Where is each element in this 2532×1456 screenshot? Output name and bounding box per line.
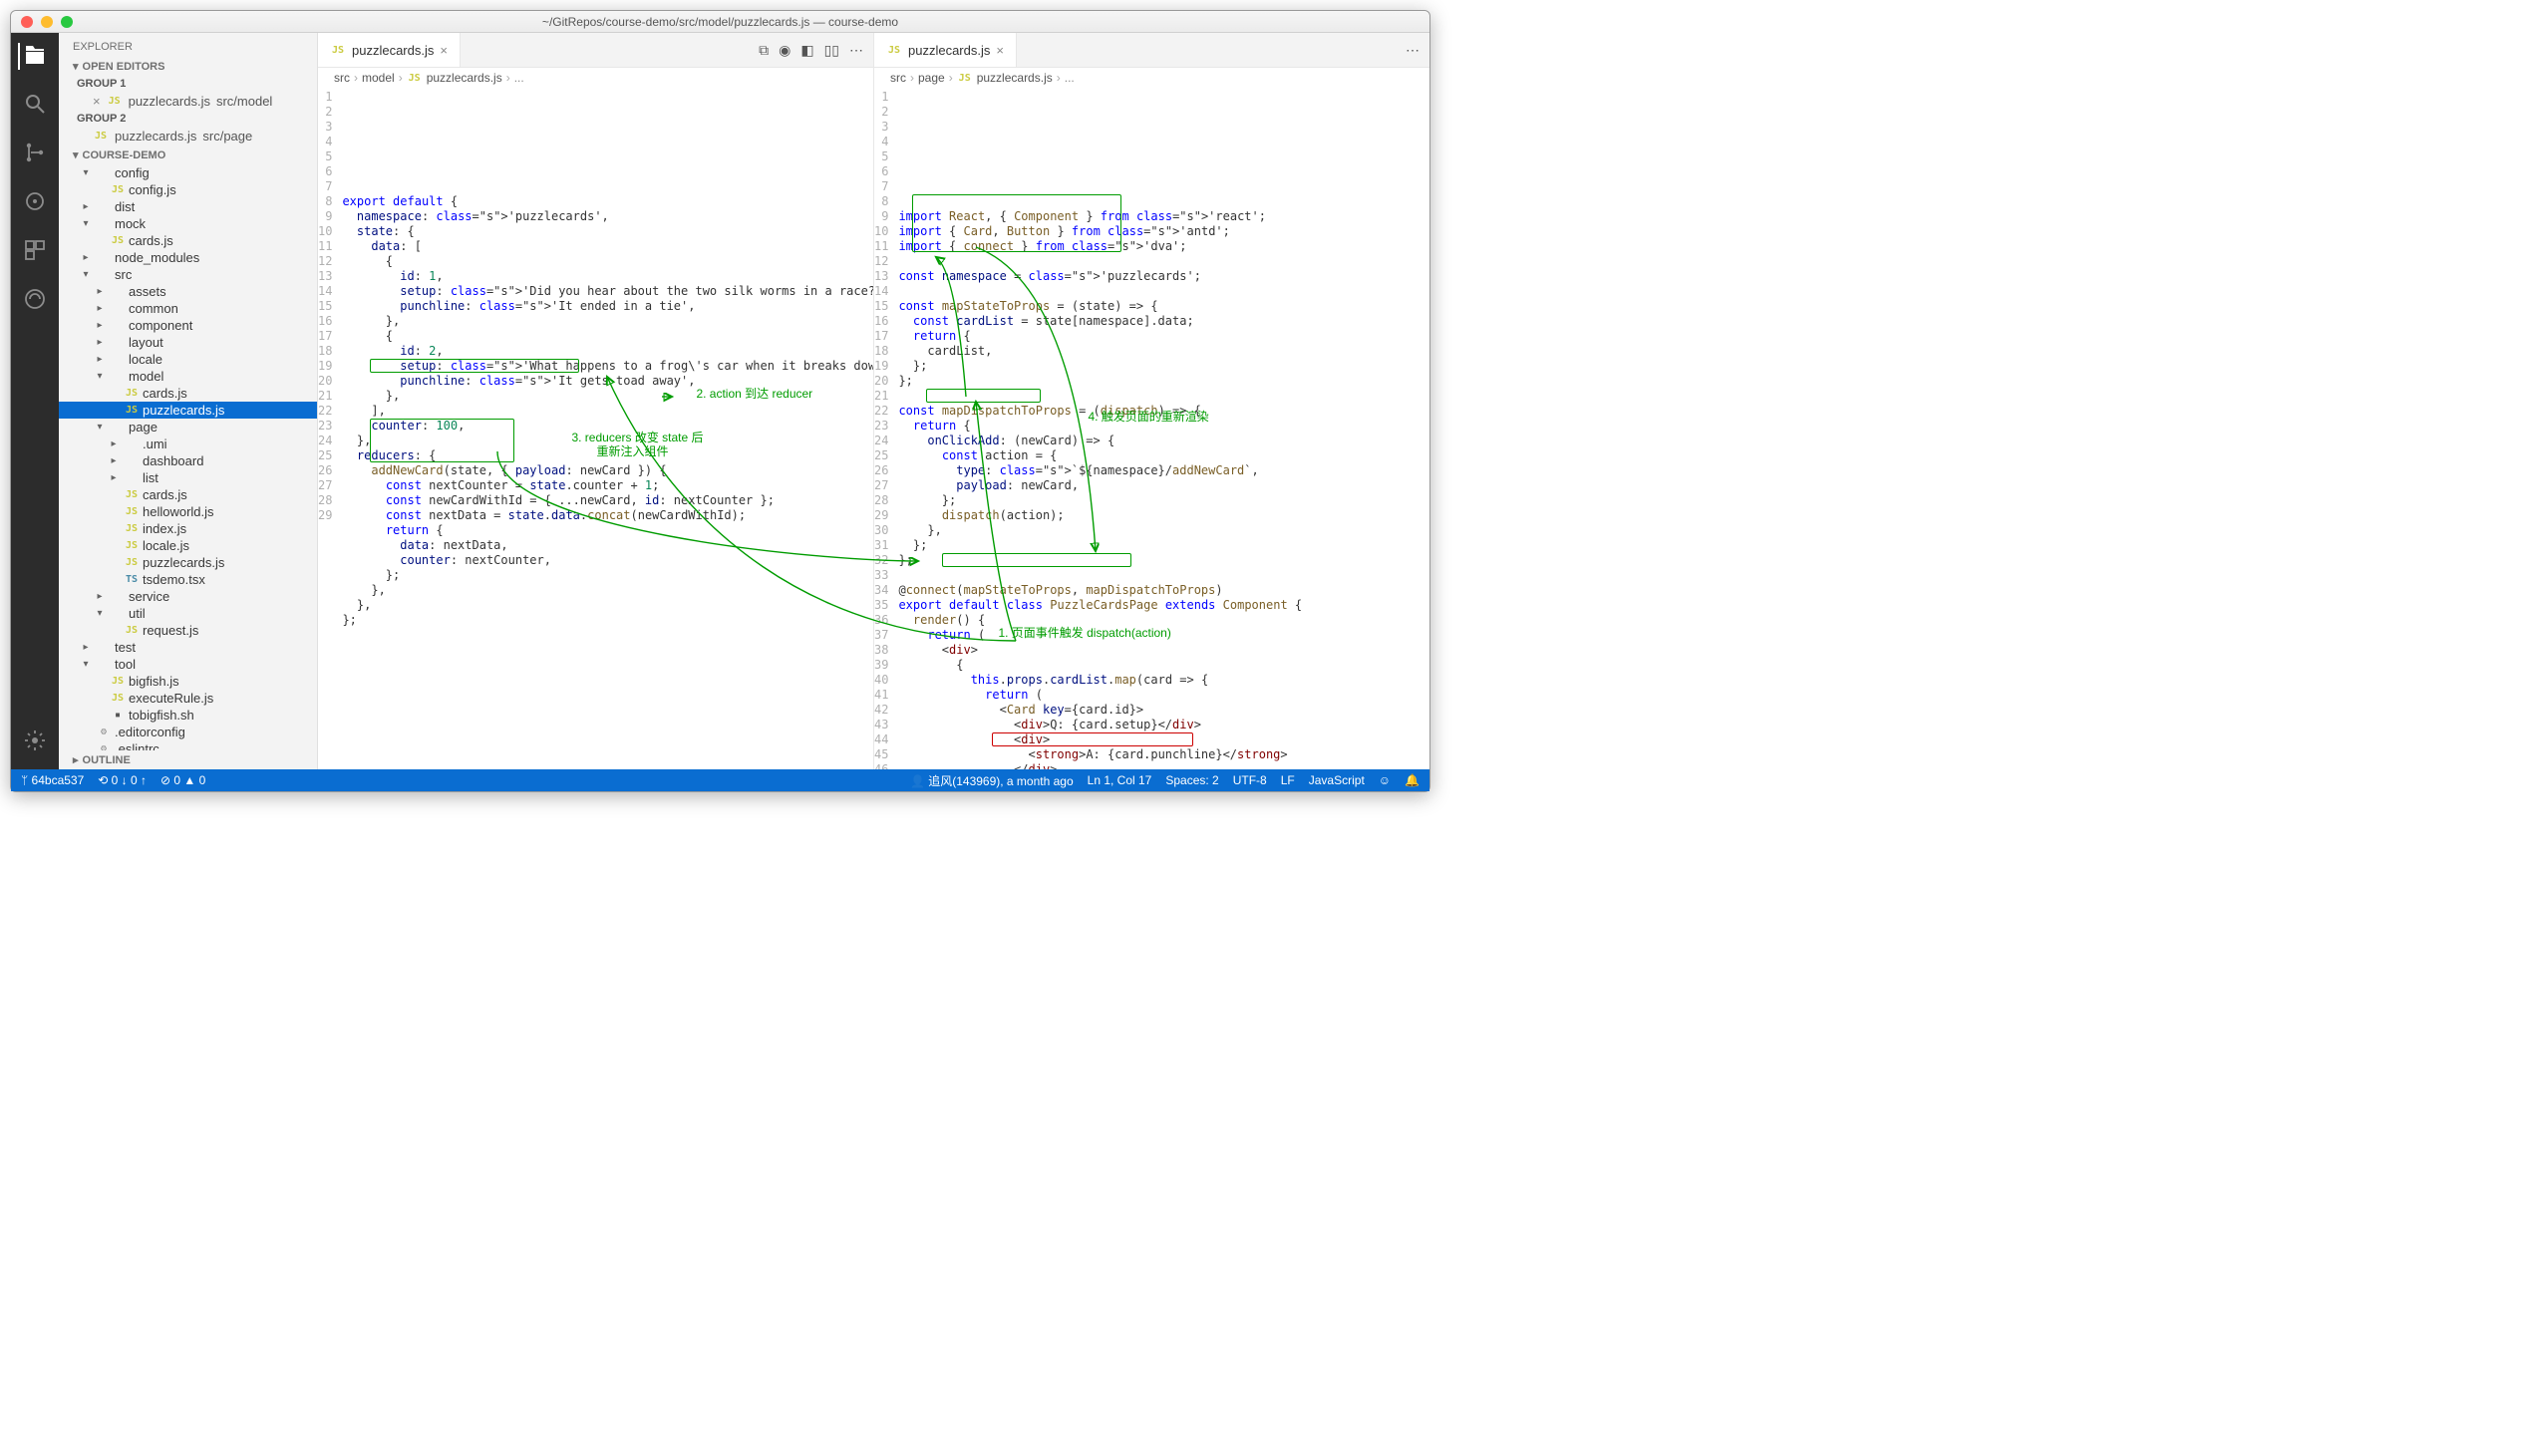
editor-group-1-label: GROUP 1 [59,76,317,92]
tab-bar: JSpuzzlecards.js× ⧉ ◉ ◧ ▯▯ ⋯ [318,33,873,68]
eol-indicator[interactable]: LF [1281,773,1295,787]
editor-area: JSpuzzlecards.js× ⧉ ◉ ◧ ▯▯ ⋯ src› model›… [318,33,1429,769]
language-indicator[interactable]: JavaScript [1309,773,1365,787]
window-controls [21,16,73,28]
folder-service[interactable]: ▸service [59,588,317,605]
bell-icon[interactable]: 🔔 [1405,773,1420,787]
debug-icon[interactable] [23,189,47,216]
breadcrumb[interactable]: src› model› JSpuzzlecards.js› ... [318,68,873,88]
source-control-icon[interactable] [23,141,47,167]
branch-indicator[interactable]: ᛘ 64bca537 [21,773,84,787]
file-helloworld.js[interactable]: JShelloworld.js [59,503,317,520]
folder-node_modules[interactable]: ▸node_modules [59,249,317,266]
folder-dashboard[interactable]: ▸dashboard [59,452,317,469]
folder-config[interactable]: ▾config [59,164,317,181]
folder-common[interactable]: ▸common [59,300,317,317]
open-editor-item[interactable]: ×JS puzzlecards.js src/model [59,92,317,111]
more-icon[interactable]: ⋯ [849,42,863,59]
preview-icon[interactable]: ◉ [779,42,791,59]
diff-icon[interactable]: ◧ [800,42,813,59]
folder-util[interactable]: ▾util [59,605,317,622]
close-tab-icon[interactable]: × [996,43,1004,58]
folder-dist[interactable]: ▸dist [59,198,317,215]
file-request.js[interactable]: JSrequest.js [59,622,317,639]
file-tobigfish.sh[interactable]: ▪tobigfish.sh [59,707,317,724]
folder-component[interactable]: ▸component [59,317,317,334]
titlebar: ~/GitRepos/course-demo/src/model/puzzlec… [11,11,1429,33]
open-editors-section[interactable]: ▾OPEN EDITORS [59,57,317,76]
folder-.umi[interactable]: ▸.umi [59,436,317,452]
settings-gear-icon[interactable] [23,728,47,755]
activity-bar [11,33,59,769]
git-blame[interactable]: 👤 追风(143969), a month ago [910,772,1074,789]
outline-section[interactable]: ▸OUTLINE [59,750,317,769]
file-config.js[interactable]: JSconfig.js [59,181,317,198]
window-title: ~/GitRepos/course-demo/src/model/puzzlec… [542,15,898,29]
open-editor-item[interactable]: JS puzzlecards.js src/page [59,127,317,146]
file-cards.js[interactable]: JScards.js [59,232,317,249]
file-cards.js[interactable]: JScards.js [59,385,317,402]
file-tree: ▾configJSconfig.js▸dist▾mockJScards.js▸n… [59,164,317,750]
file-bigfish.js[interactable]: JSbigfish.js [59,673,317,690]
cursor-position[interactable]: Ln 1, Col 17 [1088,773,1152,787]
folder-model[interactable]: ▾model [59,368,317,385]
explorer-icon[interactable] [18,43,47,70]
sidebar-title: EXPLORER [59,33,317,57]
folder-page[interactable]: ▾page [59,419,317,436]
file-index.js[interactable]: JSindex.js [59,520,317,537]
folder-mock[interactable]: ▾mock [59,215,317,232]
tab-puzzlecards-page[interactable]: JSpuzzlecards.js× [874,33,1017,67]
folder-list[interactable]: ▸list [59,469,317,486]
tab-bar: JSpuzzlecards.js× ⋯ [874,33,1429,68]
editor-actions: ⧉ ◉ ◧ ▯▯ ⋯ [749,33,873,67]
file-puzzlecards.js[interactable]: JSpuzzlecards.js [59,402,317,419]
editor-group-2-label: GROUP 2 [59,111,317,127]
indent-indicator[interactable]: Spaces: 2 [1165,773,1218,787]
encoding-indicator[interactable]: UTF-8 [1233,773,1267,787]
maximize-window-icon[interactable] [61,16,73,28]
tab-puzzlecards-model[interactable]: JSpuzzlecards.js× [318,33,461,67]
sync-indicator[interactable]: ⟲ 0 ↓ 0 ↑ [98,773,147,787]
minimize-window-icon[interactable] [41,16,53,28]
feedback-icon[interactable]: ☺ [1379,773,1391,787]
app-window: ~/GitRepos/course-demo/src/model/puzzlec… [10,10,1430,792]
more-icon[interactable]: ⋯ [1406,42,1420,59]
file-puzzlecards.js[interactable]: JSpuzzlecards.js [59,554,317,571]
file-tsdemo.tsx[interactable]: TStsdemo.tsx [59,571,317,588]
folder-src[interactable]: ▾src [59,266,317,283]
project-section[interactable]: ▾COURSE-DEMO [59,146,317,164]
file-cards.js[interactable]: JScards.js [59,486,317,503]
right-editor-pane: JSpuzzlecards.js× ⋯ src› page› JSpuzzlec… [873,33,1429,769]
folder-layout[interactable]: ▸layout [59,334,317,351]
close-tab-icon[interactable]: × [440,43,448,58]
extensions-icon[interactable] [23,238,47,265]
left-editor-pane: JSpuzzlecards.js× ⧉ ◉ ◧ ▯▯ ⋯ src› model›… [318,33,873,769]
file-.editorconfig[interactable]: ⚙.editorconfig [59,724,317,740]
compare-icon[interactable]: ⧉ [759,42,769,59]
problems-indicator[interactable]: ⊘ 0 ▲ 0 [160,773,205,787]
folder-assets[interactable]: ▸assets [59,283,317,300]
file-.eslintrc[interactable]: ⚙.eslintrc [59,740,317,750]
close-window-icon[interactable] [21,16,33,28]
status-bar: ᛘ 64bca537 ⟲ 0 ↓ 0 ↑ ⊘ 0 ▲ 0 👤 追风(143969… [11,769,1429,791]
code-area-left[interactable]: 1234567891011121314151617181920212223242… [318,88,873,769]
search-icon[interactable] [23,92,47,119]
breadcrumb[interactable]: src› page› JSpuzzlecards.js› ... [874,68,1429,88]
bigfish-icon[interactable] [23,287,47,314]
folder-tool[interactable]: ▾tool [59,656,317,673]
code-area-right[interactable]: 1234567891011121314151617181920212223242… [874,88,1429,769]
file-executeRule.js[interactable]: JSexecuteRule.js [59,690,317,707]
file-locale.js[interactable]: JSlocale.js [59,537,317,554]
folder-locale[interactable]: ▸locale [59,351,317,368]
split-icon[interactable]: ▯▯ [824,42,839,59]
folder-test[interactable]: ▸test [59,639,317,656]
explorer-sidebar: EXPLORER ▾OPEN EDITORS GROUP 1 ×JS puzzl… [59,33,318,769]
